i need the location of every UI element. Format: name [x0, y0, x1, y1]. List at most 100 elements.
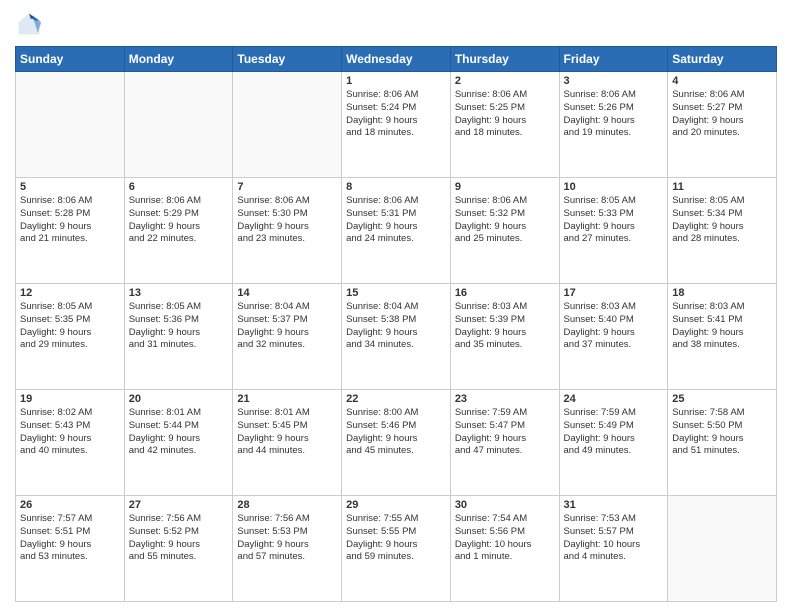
calendar-cell: 1Sunrise: 8:06 AM Sunset: 5:24 PM Daylig…: [342, 72, 451, 178]
day-info: Sunrise: 7:56 AM Sunset: 5:52 PM Dayligh…: [129, 513, 229, 564]
calendar-cell: 19Sunrise: 8:02 AM Sunset: 5:43 PM Dayli…: [16, 390, 125, 496]
calendar-cell: 10 Sunrise: 8:05 AM Sunset: 5:33 PM Dayli…: [559, 178, 668, 284]
day-info: Sunrise: 7:55 AM Sunset: 5:55 PM Dayligh…: [346, 513, 446, 564]
day-number: 26: [20, 499, 120, 511]
day-number: 4: [672, 75, 772, 87]
calendar-cell: 28 Sunrise: 7:56 AM Sunset: 5:53 PM Dayli…: [233, 496, 342, 602]
calendar-cell: 8 Sunrise: 8:06 AM Sunset: 5:31 PM Daylig…: [342, 178, 451, 284]
header: [15, 10, 777, 38]
day-number: 7: [237, 181, 337, 193]
weekday-header-tuesday: Tuesday: [233, 47, 342, 72]
day-number: 8: [346, 181, 446, 193]
calendar-cell: 11 Sunrise: 8:05 AM Sunset: 5:34 PM Dayli…: [668, 178, 777, 284]
page: SundayMondayTuesdayWednesdayThursdayFrid…: [0, 0, 792, 612]
calendar-cell: 25 Sunrise: 7:58 AM Sunset: 5:50 PM Dayli…: [668, 390, 777, 496]
calendar-cell: 9Sunrise: 8:06 AM Sunset: 5:32 PM Daylig…: [450, 178, 559, 284]
day-info: Sunrise: 8:04 AM Sunset: 5:38 PM Dayligh…: [346, 301, 446, 352]
day-info: Sunrise: 8:06 AM Sunset: 5:30 PM Dayligh…: [237, 195, 337, 246]
calendar-week-row: 12 Sunrise: 8:05 AM Sunset: 5:35 PM Dayli…: [16, 284, 777, 390]
calendar-week-row: 19Sunrise: 8:02 AM Sunset: 5:43 PM Dayli…: [16, 390, 777, 496]
calendar-cell: 26 Sunrise: 7:57 AM Sunset: 5:51 PM Dayli…: [16, 496, 125, 602]
day-info: Sunrise: 7:59 AM Sunset: 5:49 PM Dayligh…: [564, 407, 664, 458]
day-info: Sunrise: 8:06 AM Sunset: 5:29 PM Dayligh…: [129, 195, 229, 246]
day-info: Sunrise: 8:03 AM Sunset: 5:39 PM Dayligh…: [455, 301, 555, 352]
calendar-cell: 30 Sunrise: 7:54 AM Sunset: 5:56 PM Dayli…: [450, 496, 559, 602]
calendar-cell: 13Sunrise: 8:05 AM Sunset: 5:36 PM Dayli…: [124, 284, 233, 390]
day-number: 29: [346, 499, 446, 511]
day-number: 17: [564, 287, 664, 299]
day-info: Sunrise: 8:06 AM Sunset: 5:27 PM Dayligh…: [672, 89, 772, 140]
weekday-header-friday: Friday: [559, 47, 668, 72]
calendar-cell: 6 Sunrise: 8:06 AM Sunset: 5:29 PM Daylig…: [124, 178, 233, 284]
day-info: Sunrise: 8:06 AM Sunset: 5:25 PM Dayligh…: [455, 89, 555, 140]
day-info: Sunrise: 7:59 AM Sunset: 5:47 PM Dayligh…: [455, 407, 555, 458]
day-number: 10: [564, 181, 664, 193]
day-number: 12: [20, 287, 120, 299]
day-number: 14: [237, 287, 337, 299]
day-number: 16: [455, 287, 555, 299]
day-info: Sunrise: 8:00 AM Sunset: 5:46 PM Dayligh…: [346, 407, 446, 458]
day-info: Sunrise: 7:54 AM Sunset: 5:56 PM Dayligh…: [455, 513, 555, 564]
day-info: Sunrise: 8:06 AM Sunset: 5:26 PM Dayligh…: [564, 89, 664, 140]
day-number: 18: [672, 287, 772, 299]
calendar-cell: 2Sunrise: 8:06 AM Sunset: 5:25 PM Daylig…: [450, 72, 559, 178]
calendar-cell: 20 Sunrise: 8:01 AM Sunset: 5:44 PM Dayli…: [124, 390, 233, 496]
day-info: Sunrise: 8:03 AM Sunset: 5:41 PM Dayligh…: [672, 301, 772, 352]
day-info: Sunrise: 7:56 AM Sunset: 5:53 PM Dayligh…: [237, 513, 337, 564]
calendar-cell: [233, 72, 342, 178]
logo: [15, 10, 47, 38]
weekday-header-thursday: Thursday: [450, 47, 559, 72]
weekday-header-monday: Monday: [124, 47, 233, 72]
calendar-cell: 14 Sunrise: 8:04 AM Sunset: 5:37 PM Dayli…: [233, 284, 342, 390]
calendar-week-row: 1Sunrise: 8:06 AM Sunset: 5:24 PM Daylig…: [16, 72, 777, 178]
day-info: Sunrise: 8:05 AM Sunset: 5:35 PM Dayligh…: [20, 301, 120, 352]
calendar-cell: 24 Sunrise: 7:59 AM Sunset: 5:49 PM Dayli…: [559, 390, 668, 496]
calendar-cell: 29 Sunrise: 7:55 AM Sunset: 5:55 PM Dayli…: [342, 496, 451, 602]
day-number: 24: [564, 393, 664, 405]
day-number: 21: [237, 393, 337, 405]
calendar-cell: 21 Sunrise: 8:01 AM Sunset: 5:45 PM Dayli…: [233, 390, 342, 496]
calendar-cell: 5 Sunrise: 8:06 AM Sunset: 5:28 PM Daylig…: [16, 178, 125, 284]
weekday-header-saturday: Saturday: [668, 47, 777, 72]
day-number: 30: [455, 499, 555, 511]
day-number: 20: [129, 393, 229, 405]
day-number: 11: [672, 181, 772, 193]
calendar-week-row: 5 Sunrise: 8:06 AM Sunset: 5:28 PM Daylig…: [16, 178, 777, 284]
day-info: Sunrise: 8:04 AM Sunset: 5:37 PM Dayligh…: [237, 301, 337, 352]
calendar-cell: [124, 72, 233, 178]
day-number: 31: [564, 499, 664, 511]
day-number: 22: [346, 393, 446, 405]
calendar-cell: 17 Sunrise: 8:03 AM Sunset: 5:40 PM Dayli…: [559, 284, 668, 390]
day-info: Sunrise: 8:03 AM Sunset: 5:40 PM Dayligh…: [564, 301, 664, 352]
day-info: Sunrise: 7:57 AM Sunset: 5:51 PM Dayligh…: [20, 513, 120, 564]
day-info: Sunrise: 8:05 AM Sunset: 5:33 PM Dayligh…: [564, 195, 664, 246]
day-info: Sunrise: 8:02 AM Sunset: 5:43 PM Dayligh…: [20, 407, 120, 458]
day-info: Sunrise: 7:58 AM Sunset: 5:50 PM Dayligh…: [672, 407, 772, 458]
calendar-cell: 15 Sunrise: 8:04 AM Sunset: 5:38 PM Dayli…: [342, 284, 451, 390]
calendar-cell: 12 Sunrise: 8:05 AM Sunset: 5:35 PM Dayli…: [16, 284, 125, 390]
calendar-cell: [668, 496, 777, 602]
weekday-header-wednesday: Wednesday: [342, 47, 451, 72]
weekday-header-row: SundayMondayTuesdayWednesdayThursdayFrid…: [16, 47, 777, 72]
day-info: Sunrise: 7:53 AM Sunset: 5:57 PM Dayligh…: [564, 513, 664, 564]
day-number: 3: [564, 75, 664, 87]
day-info: Sunrise: 8:05 AM Sunset: 5:34 PM Dayligh…: [672, 195, 772, 246]
day-info: Sunrise: 8:05 AM Sunset: 5:36 PM Dayligh…: [129, 301, 229, 352]
day-number: 25: [672, 393, 772, 405]
day-number: 28: [237, 499, 337, 511]
day-number: 23: [455, 393, 555, 405]
day-info: Sunrise: 8:06 AM Sunset: 5:31 PM Dayligh…: [346, 195, 446, 246]
day-number: 15: [346, 287, 446, 299]
day-number: 1: [346, 75, 446, 87]
day-info: Sunrise: 8:06 AM Sunset: 5:28 PM Dayligh…: [20, 195, 120, 246]
day-number: 5: [20, 181, 120, 193]
weekday-header-sunday: Sunday: [16, 47, 125, 72]
day-number: 27: [129, 499, 229, 511]
calendar-cell: 22 Sunrise: 8:00 AM Sunset: 5:46 PM Dayli…: [342, 390, 451, 496]
calendar-cell: 23 Sunrise: 7:59 AM Sunset: 5:47 PM Dayli…: [450, 390, 559, 496]
calendar-week-row: 26 Sunrise: 7:57 AM Sunset: 5:51 PM Dayli…: [16, 496, 777, 602]
day-number: 6: [129, 181, 229, 193]
day-info: Sunrise: 8:01 AM Sunset: 5:44 PM Dayligh…: [129, 407, 229, 458]
day-info: Sunrise: 8:01 AM Sunset: 5:45 PM Dayligh…: [237, 407, 337, 458]
day-number: 9: [455, 181, 555, 193]
